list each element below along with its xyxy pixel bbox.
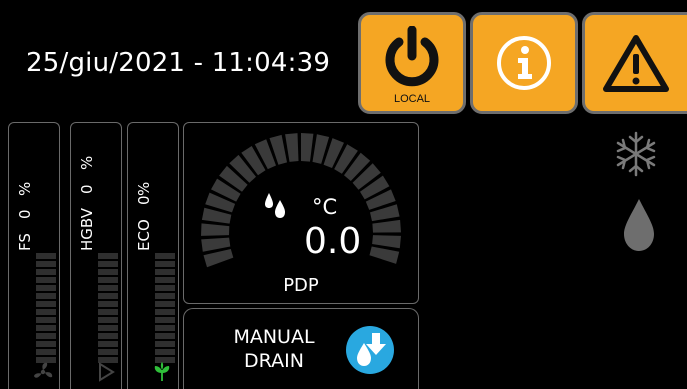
bar-segment — [36, 341, 56, 347]
gauge-segment — [369, 246, 400, 264]
bar-segment — [155, 301, 175, 307]
bar-segment — [36, 317, 56, 323]
info-icon — [497, 36, 551, 90]
datetime-display: 25/giu/2021 - 11:04:39 — [26, 48, 331, 78]
gauge-segment — [203, 249, 234, 268]
bar-segment — [155, 277, 175, 283]
bar-segment — [98, 269, 118, 275]
bar-segment — [36, 333, 56, 339]
bar-segment — [98, 341, 118, 347]
bar-segment — [36, 261, 56, 267]
bar-segment — [98, 325, 118, 331]
snowflake-icon — [616, 131, 656, 177]
hgbv-vertical-label: HGBV 0% — [78, 131, 96, 251]
fs-label: FS — [16, 233, 34, 251]
bar-segment — [98, 349, 118, 355]
bar-segment — [36, 301, 56, 307]
bar-segment — [98, 293, 118, 299]
local-label: LOCAL — [393, 93, 431, 105]
hgbv-unit: % — [78, 156, 96, 171]
bar-segment — [155, 253, 175, 259]
bar-segment — [98, 317, 118, 323]
bar-segment — [155, 341, 175, 347]
bar-segment — [155, 325, 175, 331]
hgbv-value: 0 — [78, 184, 96, 194]
eco-unit: % — [135, 181, 153, 196]
fan-icon — [34, 362, 53, 378]
gauge-unit: °C — [312, 195, 338, 219]
gauge-segment — [201, 237, 231, 252]
hgbv-label: HGBV — [78, 208, 96, 251]
pdp-gauge-panel: °C 0.0 PDP — [183, 122, 419, 304]
bar-segment — [98, 253, 118, 259]
bar-segment — [36, 293, 56, 299]
bar-segment — [155, 317, 175, 323]
manual-drain-button[interactable]: MANUAL DRAIN — [183, 308, 419, 389]
manual-drain-line1: MANUAL — [233, 326, 315, 348]
hgbv-bar-panel: HGBV 0% — [70, 122, 122, 389]
gauge-label: PDP — [283, 275, 319, 296]
gauge-segment — [372, 219, 401, 233]
fs-vertical-label: FS 0% — [16, 131, 34, 251]
bar-segment — [36, 285, 56, 291]
warning-button[interactable] — [582, 12, 687, 114]
bar-segment — [98, 333, 118, 339]
bar-segment — [155, 333, 175, 339]
bar-segment — [36, 349, 56, 355]
gauge-segment — [201, 223, 230, 236]
leaf-icon — [154, 362, 170, 381]
bar-segment — [36, 253, 56, 259]
bar-segment — [36, 309, 56, 315]
water-drops-icon — [265, 193, 285, 218]
eco-level-bar — [155, 253, 175, 365]
manual-drain-line2: DRAIN — [244, 350, 304, 372]
gauge-segment — [372, 235, 401, 249]
bar-segment — [155, 269, 175, 275]
bar-segment — [98, 301, 118, 307]
eco-value: 0 — [135, 195, 153, 206]
info-button[interactable] — [470, 12, 578, 114]
eco-bar-panel: ECO 0% — [127, 122, 179, 389]
bar-segment — [155, 309, 175, 315]
manual-drain-text: MANUAL DRAIN — [204, 325, 344, 373]
bar-segment — [155, 293, 175, 299]
bar-segment — [155, 285, 175, 291]
bar-segment — [98, 277, 118, 283]
fs-level-bar — [36, 253, 56, 365]
fs-unit: % — [16, 181, 34, 196]
play-icon — [99, 362, 115, 382]
bar-segment — [155, 261, 175, 267]
gauge-segment — [301, 133, 314, 162]
warning-icon — [603, 35, 669, 92]
bar-segment — [36, 325, 56, 331]
power-icon — [385, 26, 439, 87]
fs-bar-panel: FS 0% — [8, 122, 60, 389]
drain-icon — [346, 326, 394, 374]
bar-segment — [36, 269, 56, 275]
fs-value: 0 — [16, 209, 34, 220]
gauge-segment — [285, 133, 299, 162]
eco-label: ECO — [135, 219, 153, 251]
local-power-button[interactable]: LOCAL — [358, 12, 466, 114]
gauge-value: 0.0 — [304, 221, 362, 262]
bar-segment — [155, 349, 175, 355]
bar-segment — [98, 309, 118, 315]
bar-segment — [98, 261, 118, 267]
bar-segment — [98, 285, 118, 291]
bar-segment — [36, 277, 56, 283]
water-drop-icon — [624, 199, 654, 251]
hgbv-level-bar — [98, 253, 118, 365]
eco-vertical-label: ECO 0% — [135, 131, 153, 251]
